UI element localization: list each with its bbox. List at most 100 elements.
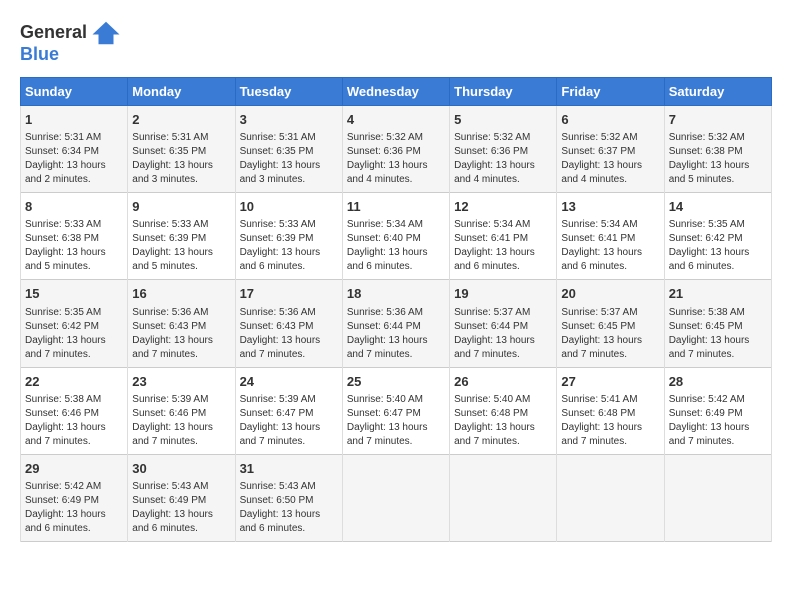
calendar-week-row: 29 Sunrise: 5:42 AMSunset: 6:49 PMDayligh… [21,454,772,541]
calendar-cell [557,454,664,541]
cell-content: Sunrise: 5:42 AMSunset: 6:49 PMDaylight:… [669,394,750,447]
calendar-cell: 17 Sunrise: 5:36 AMSunset: 6:43 PMDayligh… [235,280,342,367]
day-number: 12 [454,198,552,216]
calendar-week-row: 8 Sunrise: 5:33 AMSunset: 6:38 PMDaylight… [21,193,772,280]
calendar-cell: 14 Sunrise: 5:35 AMSunset: 6:42 PMDayligh… [664,193,771,280]
day-number: 10 [240,198,338,216]
calendar-header-monday: Monday [128,78,235,106]
day-number: 3 [240,111,338,129]
cell-content: Sunrise: 5:37 AMSunset: 6:44 PMDaylight:… [454,307,535,360]
day-number: 23 [132,373,230,391]
day-number: 7 [669,111,767,129]
cell-content: Sunrise: 5:36 AMSunset: 6:43 PMDaylight:… [240,307,321,360]
logo-icon [91,18,121,48]
day-number: 6 [561,111,659,129]
calendar-cell: 12 Sunrise: 5:34 AMSunset: 6:41 PMDayligh… [450,193,557,280]
calendar-cell: 25 Sunrise: 5:40 AMSunset: 6:47 PMDayligh… [342,367,449,454]
calendar-cell: 30 Sunrise: 5:43 AMSunset: 6:49 PMDayligh… [128,454,235,541]
calendar-cell: 3 Sunrise: 5:31 AMSunset: 6:35 PMDaylight… [235,106,342,193]
cell-content: Sunrise: 5:32 AMSunset: 6:36 PMDaylight:… [454,132,535,185]
logo: General Blue [20,18,121,65]
day-number: 24 [240,373,338,391]
cell-content: Sunrise: 5:33 AMSunset: 6:39 PMDaylight:… [132,219,213,272]
calendar-cell: 7Sunrise: 5:32 AMSunset: 6:38 PMDaylight… [664,106,771,193]
day-number: 17 [240,285,338,303]
calendar-cell: 31 Sunrise: 5:43 AMSunset: 6:50 PMDayligh… [235,454,342,541]
calendar-cell: 19 Sunrise: 5:37 AMSunset: 6:44 PMDayligh… [450,280,557,367]
day-number: 22 [25,373,123,391]
day-number: 25 [347,373,445,391]
calendar-cell: 18 Sunrise: 5:36 AMSunset: 6:44 PMDayligh… [342,280,449,367]
calendar-cell: 21 Sunrise: 5:38 AMSunset: 6:45 PMDayligh… [664,280,771,367]
calendar-cell: 16 Sunrise: 5:36 AMSunset: 6:43 PMDayligh… [128,280,235,367]
calendar-cell: 6 Sunrise: 5:32 AMSunset: 6:37 PMDaylight… [557,106,664,193]
day-number: 28 [669,373,767,391]
calendar-cell: 26 Sunrise: 5:40 AMSunset: 6:48 PMDayligh… [450,367,557,454]
day-number: 18 [347,285,445,303]
cell-content: Sunrise: 5:34 AMSunset: 6:41 PMDaylight:… [561,219,642,272]
day-number: 5 [454,111,552,129]
calendar-cell [664,454,771,541]
cell-content: Sunrise: 5:40 AMSunset: 6:48 PMDaylight:… [454,394,535,447]
calendar-header-thursday: Thursday [450,78,557,106]
calendar-cell [342,454,449,541]
cell-content: Sunrise: 5:36 AMSunset: 6:43 PMDaylight:… [132,307,213,360]
cell-content: Sunrise: 5:32 AMSunset: 6:37 PMDaylight:… [561,132,642,185]
day-number: 27 [561,373,659,391]
day-number: 13 [561,198,659,216]
cell-content: Sunrise: 5:39 AMSunset: 6:47 PMDaylight:… [240,394,321,447]
day-number: 21 [669,285,767,303]
calendar-header-wednesday: Wednesday [342,78,449,106]
page-header: General Blue [20,18,772,65]
cell-content: Sunrise: 5:34 AMSunset: 6:40 PMDaylight:… [347,219,428,272]
cell-content: Sunrise: 5:31 AMSunset: 6:34 PMDaylight:… [25,132,106,185]
day-number: 15 [25,285,123,303]
calendar-week-row: 1Sunrise: 5:31 AMSunset: 6:34 PMDaylight… [21,106,772,193]
day-number: 9 [132,198,230,216]
cell-content: Sunrise: 5:36 AMSunset: 6:44 PMDaylight:… [347,307,428,360]
calendar-cell [450,454,557,541]
calendar-cell: 23 Sunrise: 5:39 AMSunset: 6:46 PMDayligh… [128,367,235,454]
day-number: 14 [669,198,767,216]
logo-text: General [20,23,87,43]
calendar-header-sunday: Sunday [21,78,128,106]
cell-content: Sunrise: 5:38 AMSunset: 6:45 PMDaylight:… [669,307,750,360]
calendar-header-friday: Friday [557,78,664,106]
day-number: 31 [240,460,338,478]
calendar-week-row: 15Sunrise: 5:35 AMSunset: 6:42 PMDayligh… [21,280,772,367]
calendar-cell: 11 Sunrise: 5:34 AMSunset: 6:40 PMDayligh… [342,193,449,280]
page-container: General Blue SundayMondayTuesdayWednesda… [0,0,792,552]
calendar-cell: 13 Sunrise: 5:34 AMSunset: 6:41 PMDayligh… [557,193,664,280]
calendar-cell: 2Sunrise: 5:31 AMSunset: 6:35 PMDaylight… [128,106,235,193]
day-number: 8 [25,198,123,216]
cell-content: Sunrise: 5:39 AMSunset: 6:46 PMDaylight:… [132,394,213,447]
calendar-header-row: SundayMondayTuesdayWednesdayThursdayFrid… [21,78,772,106]
cell-content: Sunrise: 5:42 AMSunset: 6:49 PMDaylight:… [25,481,106,534]
day-number: 4 [347,111,445,129]
calendar-cell: 10 Sunrise: 5:33 AMSunset: 6:39 PMDayligh… [235,193,342,280]
calendar-week-row: 22Sunrise: 5:38 AMSunset: 6:46 PMDayligh… [21,367,772,454]
cell-content: Sunrise: 5:33 AMSunset: 6:39 PMDaylight:… [240,219,321,272]
calendar-cell: 29 Sunrise: 5:42 AMSunset: 6:49 PMDayligh… [21,454,128,541]
calendar-cell: 22Sunrise: 5:38 AMSunset: 6:46 PMDayligh… [21,367,128,454]
calendar-cell: 9 Sunrise: 5:33 AMSunset: 6:39 PMDaylight… [128,193,235,280]
cell-content: Sunrise: 5:43 AMSunset: 6:49 PMDaylight:… [132,481,213,534]
calendar-cell: 1Sunrise: 5:31 AMSunset: 6:34 PMDaylight… [21,106,128,193]
day-number: 16 [132,285,230,303]
day-number: 19 [454,285,552,303]
calendar-header-tuesday: Tuesday [235,78,342,106]
calendar-header-saturday: Saturday [664,78,771,106]
cell-content: Sunrise: 5:43 AMSunset: 6:50 PMDaylight:… [240,481,321,534]
cell-content: Sunrise: 5:31 AMSunset: 6:35 PMDaylight:… [240,132,321,185]
day-number: 30 [132,460,230,478]
cell-content: Sunrise: 5:40 AMSunset: 6:47 PMDaylight:… [347,394,428,447]
cell-content: Sunrise: 5:35 AMSunset: 6:42 PMDaylight:… [669,219,750,272]
cell-content: Sunrise: 5:34 AMSunset: 6:41 PMDaylight:… [454,219,535,272]
day-number: 2 [132,111,230,129]
calendar-cell: 8 Sunrise: 5:33 AMSunset: 6:38 PMDaylight… [21,193,128,280]
day-number: 26 [454,373,552,391]
cell-content: Sunrise: 5:32 AMSunset: 6:36 PMDaylight:… [347,132,428,185]
day-number: 11 [347,198,445,216]
cell-content: Sunrise: 5:33 AMSunset: 6:38 PMDaylight:… [25,219,106,272]
day-number: 29 [25,460,123,478]
